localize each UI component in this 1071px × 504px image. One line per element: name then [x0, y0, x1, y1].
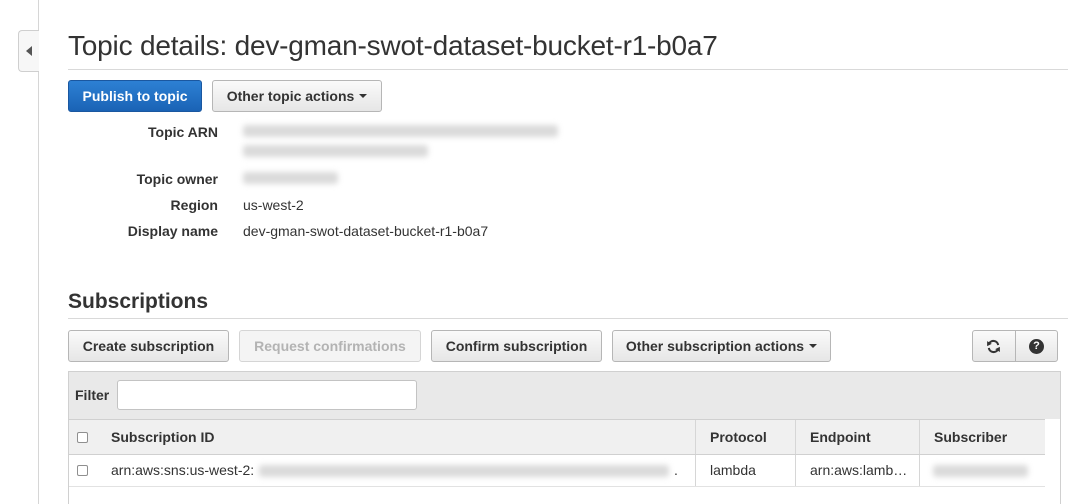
collapse-sidebar-button[interactable] [18, 30, 39, 72]
column-divider [919, 420, 920, 454]
column-divider [695, 420, 696, 454]
refresh-button[interactable] [973, 331, 1015, 361]
help-button[interactable]: ? [1014, 331, 1057, 361]
subscriptions-heading: Subscriptions [68, 290, 209, 313]
region-label: Region [170, 197, 218, 213]
filter-input[interactable] [117, 380, 417, 410]
column-header-subscription-id[interactable]: Subscription ID [97, 420, 214, 454]
caret-down-icon [359, 94, 368, 98]
region-value: us-west-2 [243, 197, 304, 213]
create-subscription-label: Create subscription [82, 338, 215, 354]
filter-label: Filter [75, 387, 110, 403]
refresh-icon [987, 339, 1001, 353]
column-header-subscriber[interactable]: Subscriber [920, 420, 1007, 454]
chevron-left-icon [26, 46, 32, 56]
table-tools-group: ? [972, 330, 1058, 362]
subscription-id-redacted [259, 465, 669, 477]
subscriptions-divider [68, 318, 1068, 319]
topic-owner-value-redacted [243, 172, 338, 184]
table-header: Subscription ID Protocol Endpoint Subscr… [69, 419, 1045, 455]
caret-down-icon [809, 344, 818, 348]
confirm-subscription-label: Confirm subscription [445, 338, 588, 354]
other-subscription-actions-label: Other subscription actions [625, 338, 805, 354]
row-checkbox[interactable] [77, 465, 88, 476]
left-panel-border [38, 0, 39, 504]
create-subscription-button[interactable]: Create subscription [68, 330, 229, 362]
publish-to-topic-button[interactable]: Publish to topic [68, 80, 202, 112]
display-name-label: Display name [127, 223, 218, 239]
column-divider [695, 455, 696, 486]
table-row[interactable]: arn:aws:sns:us-west-2: . lambda arn:aws:… [69, 455, 1045, 487]
select-all-checkbox[interactable] [77, 432, 88, 443]
title-divider [68, 69, 1068, 70]
other-topic-actions-button[interactable]: Other topic actions [212, 80, 382, 112]
topic-arn-value-redacted-line2 [243, 145, 428, 157]
request-confirmations-label: Request confirmations [254, 338, 406, 354]
topic-arn-label: Topic ARN [148, 124, 218, 140]
column-divider [919, 455, 920, 486]
column-header-endpoint[interactable]: Endpoint [796, 420, 871, 454]
protocol-cell: lambda [710, 462, 756, 478]
other-topic-actions-label: Other topic actions [226, 88, 355, 104]
subscription-id-ellipsis: . [674, 462, 678, 478]
other-subscription-actions-button[interactable]: Other subscription actions [612, 330, 831, 362]
endpoint-cell: arn:aws:lamb… [810, 462, 908, 478]
topic-arn-value-redacted [243, 125, 558, 137]
publish-to-topic-label: Publish to topic [82, 88, 188, 104]
request-confirmations-button: Request confirmations [239, 330, 421, 362]
subscription-id-cell: arn:aws:sns:us-west-2: [111, 462, 255, 478]
page-title: Topic details: dev-gman-swot-dataset-buc… [68, 30, 718, 61]
help-icon: ? [1028, 338, 1044, 354]
column-divider [795, 420, 796, 454]
column-header-protocol[interactable]: Protocol [696, 420, 767, 454]
subscriptions-table: Subscription ID Protocol Endpoint Subscr… [68, 419, 1061, 504]
topic-owner-label: Topic owner [136, 171, 218, 187]
display-name-value: dev-gman-swot-dataset-bucket-r1-b0a7 [243, 223, 489, 239]
subscriber-redacted [933, 465, 1028, 477]
confirm-subscription-button[interactable]: Confirm subscription [431, 330, 602, 362]
filter-bar: Filter [68, 371, 1061, 419]
column-divider [795, 455, 796, 486]
